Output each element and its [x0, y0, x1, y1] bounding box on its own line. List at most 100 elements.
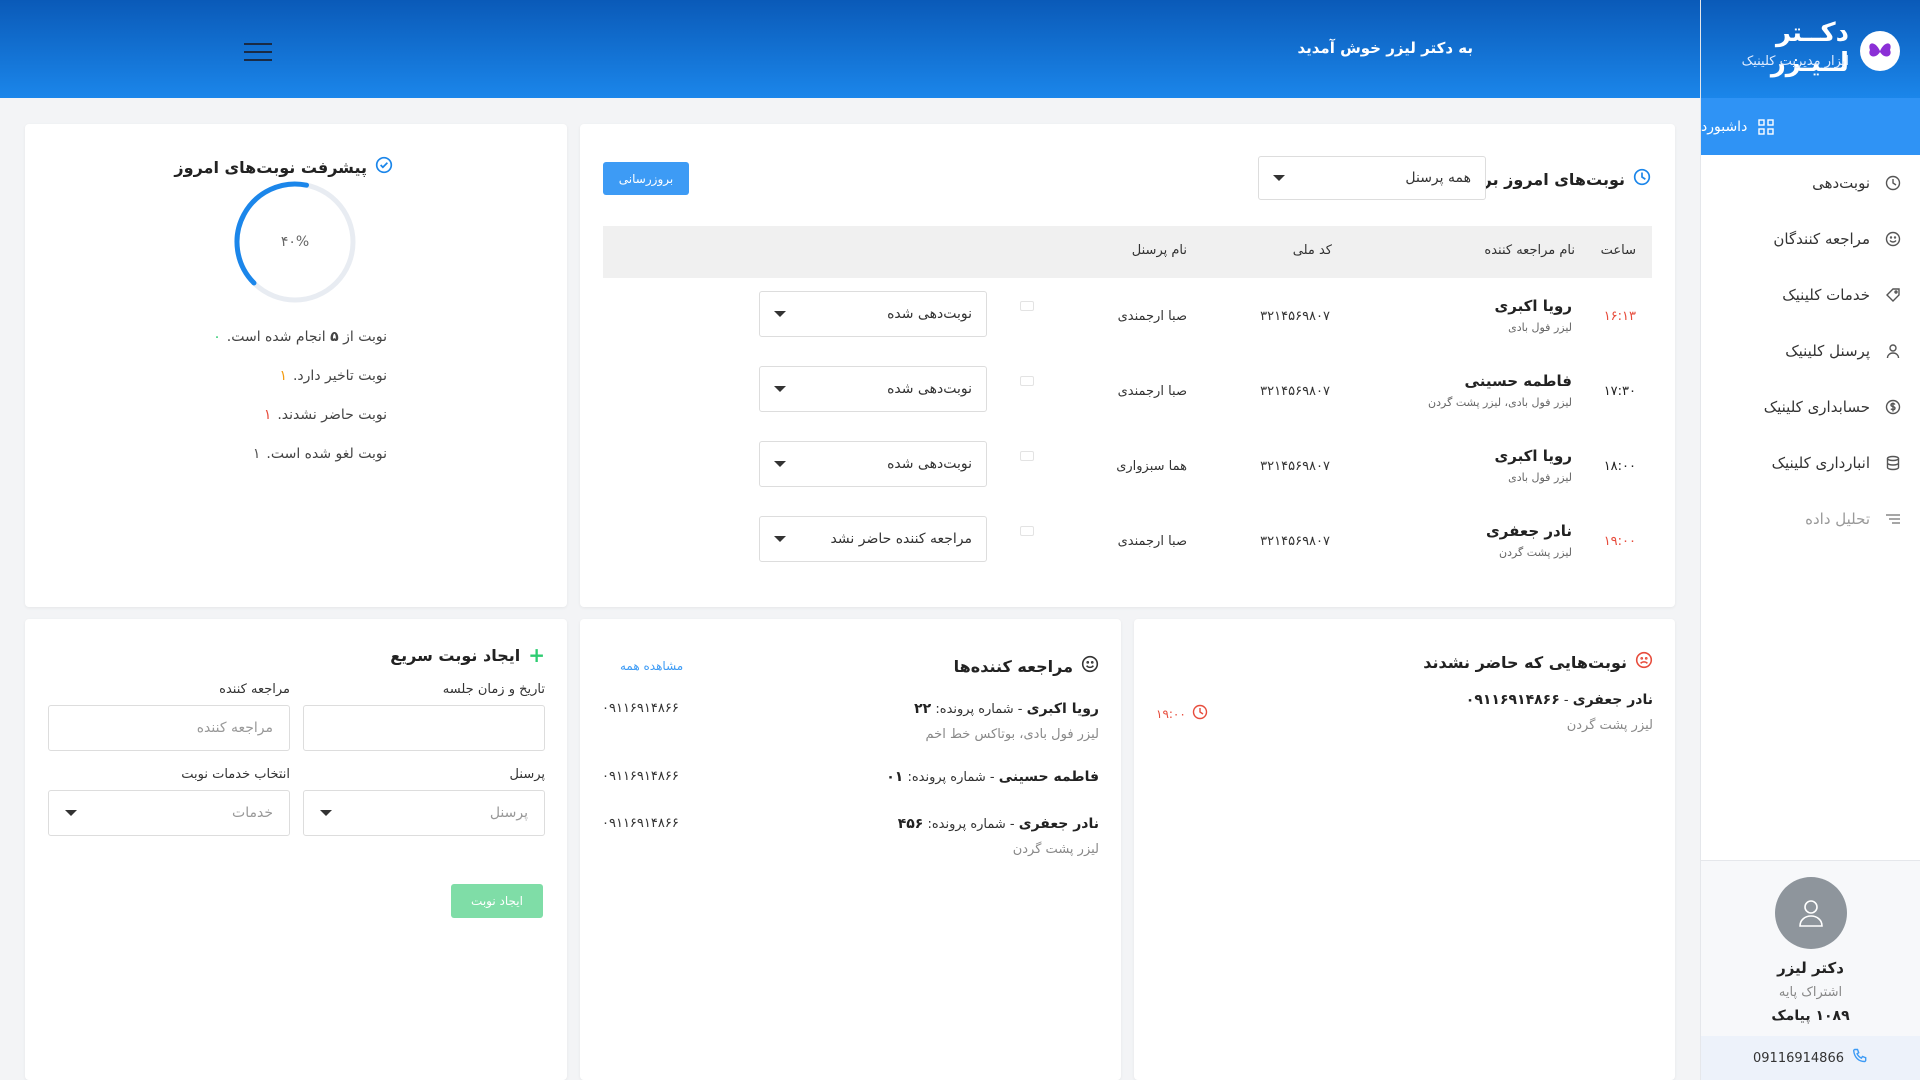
sidebar-item-appointments[interactable]: نوبت‌دهی [1701, 155, 1920, 211]
support-phone[interactable]: 09116914866 [1701, 1036, 1920, 1080]
client-name[interactable]: نادر جعفری [1486, 522, 1572, 540]
client-input[interactable]: مراجعه کننده [48, 705, 290, 751]
status-select[interactable]: نوبت‌دهی شده [759, 366, 987, 412]
table-row: ۱۶:۱۳ رویا اکبری لیزر فول بادی ۳۲۱۴۵۶۹۸۰… [603, 279, 1652, 354]
services-select[interactable]: خدمات [48, 790, 290, 836]
sidebar-item-inventory[interactable]: انبارداری کلینیک [1701, 435, 1920, 491]
progress-title-row: پیشرفت نوبت‌های امروز [174, 156, 393, 178]
chevron-down-icon [320, 810, 332, 816]
appointments-title-row: نوبت‌های امروز برای [1463, 168, 1652, 190]
table-row: ۱۷:۳۰ فاطمه حسینی لیزر فول بادی، لیزر پش… [603, 354, 1652, 429]
sidebar-item-staff[interactable]: پرسنل کلینیک [1701, 323, 1920, 379]
list-item[interactable]: نادر جعفری - شماره پرونده: ۴۵۶ لیزر پشت … [898, 816, 1099, 857]
profile-plan: اشتراک پایه [1778, 985, 1843, 1000]
sidebar: دکــتر لــیـزر ابزار مدیریت کلینیک داشبو… [1700, 0, 1920, 1080]
stat-count: ۱ [252, 446, 261, 462]
sms-balance: ۱۰۸۹ پیامک [1771, 1008, 1850, 1024]
message-icon[interactable] [1020, 376, 1034, 386]
view-all-link[interactable]: مشاهده همه [620, 659, 683, 673]
list-item[interactable]: فاطمه حسینی - شماره پرونده: ۰۱ [886, 769, 1099, 785]
client-name[interactable]: فاطمه حسینی [1428, 372, 1572, 390]
create-appointment-button[interactable]: ایجاد نوبت [451, 884, 543, 918]
appointments-title: نوبت‌های امروز برای [1462, 169, 1626, 189]
client-services: لیزر پشت گردن [1012, 842, 1099, 857]
dollar-icon [1884, 398, 1902, 416]
profile-name: دکتر لیزر [1777, 959, 1844, 977]
file-number: ۴۵۶ [897, 816, 924, 832]
message-icon[interactable] [1020, 526, 1034, 536]
noshow-name: نادر جعفری [1572, 692, 1653, 708]
file-number: ۰۱ [886, 769, 904, 785]
sidebar-item-accounting[interactable]: حسابداری کلینیک [1701, 379, 1920, 435]
staff-name: صبا ارجمندی [1117, 384, 1187, 399]
table-row: ۱۸:۰۰ رویا اکبری لیزر فول بادی ۳۲۱۴۵۶۹۸۰… [603, 429, 1652, 504]
col-time: ساعت [1600, 243, 1636, 258]
clock-icon [1884, 174, 1902, 192]
phone-icon [1852, 1048, 1868, 1068]
avatar[interactable] [1774, 877, 1847, 949]
client-phone: ۰۹۱۱۶۹۱۴۸۶۶ [602, 769, 679, 784]
status-select[interactable]: نوبت‌دهی شده [759, 441, 987, 487]
noshow-title: نوبت‌هایی که حاضر نشدند [1423, 652, 1627, 672]
client-name[interactable]: رویا اکبری [1494, 297, 1572, 315]
client-service: لیزر پشت گردن [1498, 546, 1572, 559]
sidebar-item-services[interactable]: خدمات کلینیک [1701, 267, 1920, 323]
plus-icon: + [528, 643, 545, 667]
stat-completed: نوبت از ۵ انجام شده است. ۰ [213, 329, 387, 345]
stat-count: ۱ [263, 407, 272, 423]
client-label: مراجعه کننده [219, 682, 290, 697]
sidebar-item-analytics[interactable]: تحلیل داده [1701, 491, 1920, 547]
status-value: مراجعه کننده حاضر نشد [830, 531, 972, 547]
progress-gauge: ۴۰% [232, 179, 358, 305]
profile-panel: دکتر لیزر اشتراک پایه ۱۰۸۹ پیامک 0911691… [1701, 860, 1920, 1080]
filter-icon [1884, 510, 1902, 528]
client-phone: ۰۹۱۱۶۹۱۴۸۶۶ [602, 701, 679, 716]
staff-select[interactable]: پرسنل [303, 790, 545, 836]
clients-card: مراجعه کننده‌ها مشاهده همه رویا اکبری - … [580, 619, 1121, 1080]
noshow-time-badge: ۱۹:۰۰ [1156, 704, 1208, 723]
file-number: ۲۲ [914, 701, 932, 717]
client-cell: فاطمه حسینی لیزر فول بادی، لیزر پشت گردن [1428, 372, 1572, 409]
noshow-card: نوبت‌هایی که حاضر نشدند نادر جعفری - ۰۹۱… [1134, 619, 1675, 1080]
refresh-button[interactable]: بروزرسانی [603, 162, 689, 195]
welcome-text: به دکتر لیزر خوش آمدید [1297, 39, 1473, 57]
progress-title: پیشرفت نوبت‌های امروز [174, 157, 367, 177]
date-label: تاریخ و زمان جلسه [442, 682, 545, 697]
sidebar-nav: نوبت‌دهی مراجعه کنندگان خدمات کلینیک پرس… [1701, 155, 1920, 547]
status-select[interactable]: نوبت‌دهی شده [759, 291, 987, 337]
noshow-title-row: نوبت‌هایی که حاضر نشدند [1423, 651, 1653, 673]
chevron-down-icon [774, 536, 786, 542]
sidebar-item-label: خدمات کلینیک [1782, 286, 1870, 304]
chevron-down-icon [774, 311, 786, 317]
staff-name: صبا ارجمندی [1117, 534, 1187, 549]
check-circle-icon [375, 156, 393, 178]
stat-text: نوبت از ۵ انجام شده است. [226, 329, 387, 345]
stat-noshow: نوبت حاضر نشدند. ۱ [264, 407, 387, 423]
message-icon[interactable] [1020, 301, 1034, 311]
col-client: نام مراجعه کننده [1484, 243, 1575, 258]
stat-cancelled: نوبت لغو شده است. ۱ [253, 446, 387, 462]
date-time-input[interactable] [303, 705, 545, 751]
staff-label: پرسنل [509, 767, 545, 782]
list-item[interactable]: رویا اکبری - شماره پرونده: ۲۲ لیزر فول ب… [914, 701, 1099, 742]
sidebar-item-label: تحلیل داده [1805, 510, 1870, 528]
chevron-down-icon [1273, 175, 1285, 181]
client-service: لیزر فول بادی [1508, 471, 1572, 484]
quick-appointment-card: + ایجاد نوبت سریع تاریخ و زمان جلسه مراج… [25, 619, 567, 1080]
staff-filter-select[interactable]: همه پرسنل [1258, 156, 1486, 200]
progress-value: ۴۰% [280, 234, 310, 250]
noshow-time: ۱۹:۰۰ [1156, 706, 1186, 721]
client-name[interactable]: رویا اکبری [1494, 447, 1572, 465]
sidebar-item-dashboard[interactable]: داشبورد [1701, 98, 1920, 155]
client-name: رویا اکبری [1026, 701, 1099, 717]
col-staff: نام پرسنل [1131, 243, 1187, 258]
noshow-item[interactable]: نادر جعفری - ۰۹۱۱۶۹۱۴۸۶۶ لیزر پشت گردن [1466, 692, 1653, 733]
message-icon[interactable] [1020, 451, 1034, 461]
sidebar-item-clients[interactable]: مراجعه کنندگان [1701, 211, 1920, 267]
staff-filter-value: همه پرسنل [1405, 170, 1471, 186]
status-select[interactable]: مراجعه کننده حاضر نشد [759, 516, 987, 562]
sidebar-item-label: مراجعه کنندگان [1773, 230, 1870, 248]
quick-title: ایجاد نوبت سریع [390, 645, 521, 665]
status-value: نوبت‌دهی شده [887, 381, 972, 397]
menu-toggle-icon[interactable] [244, 43, 272, 63]
